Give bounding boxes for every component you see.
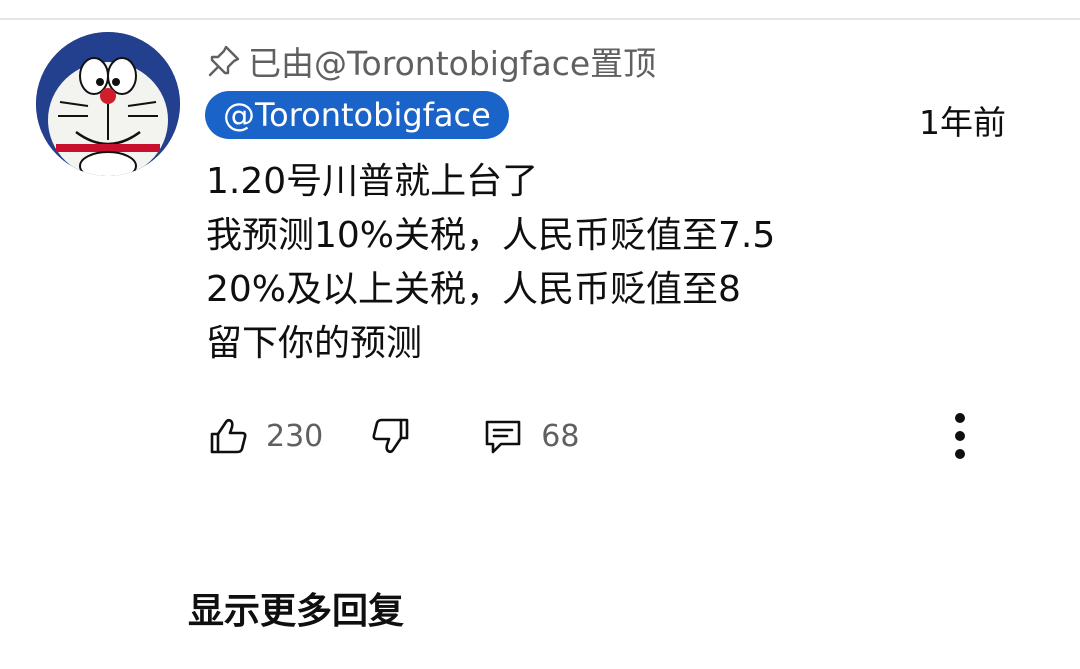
reply-count: 68 [541,418,580,454]
more-options-button[interactable] [936,406,984,466]
reply-button[interactable]: 68 [481,414,579,458]
thumbs-up-icon [210,418,247,454]
show-more-replies-button[interactable]: 显示更多回复 [188,582,404,634]
comment-timestamp: 1年前 [919,103,1006,142]
pin-icon [208,45,240,77]
pinned-text: 已由@Torontobigface置顶 [248,44,657,83]
comment-body: 1.20号川普就上台了 我预测10%关税，人民币贬值至7.5 20%及以上关税，… [206,155,966,371]
pinned-indicator: 已由@Torontobigface置顶 [206,40,657,83]
like-button[interactable]: 230 [206,414,323,458]
like-count: 230 [266,418,324,454]
author-chip[interactable]: @Torontobigface [205,91,509,139]
comment-line: 我预测10%关税，人民币贬值至7.5 [206,215,776,256]
comment-line: 留下你的预测 [206,323,423,364]
comment-icon [485,420,521,454]
more-vertical-icon [955,413,965,459]
top-divider [0,18,1080,20]
comment-actions: 230 68 [206,408,579,464]
avatar-doraemon-image [36,32,180,176]
dislike-button[interactable] [369,414,413,458]
comment-line: 1.20号川普就上台了 [206,161,539,202]
comment-line: 20%及以上关税，人民币贬值至8 [206,269,741,310]
avatar[interactable] [36,32,180,176]
thumbs-down-icon [372,418,409,454]
